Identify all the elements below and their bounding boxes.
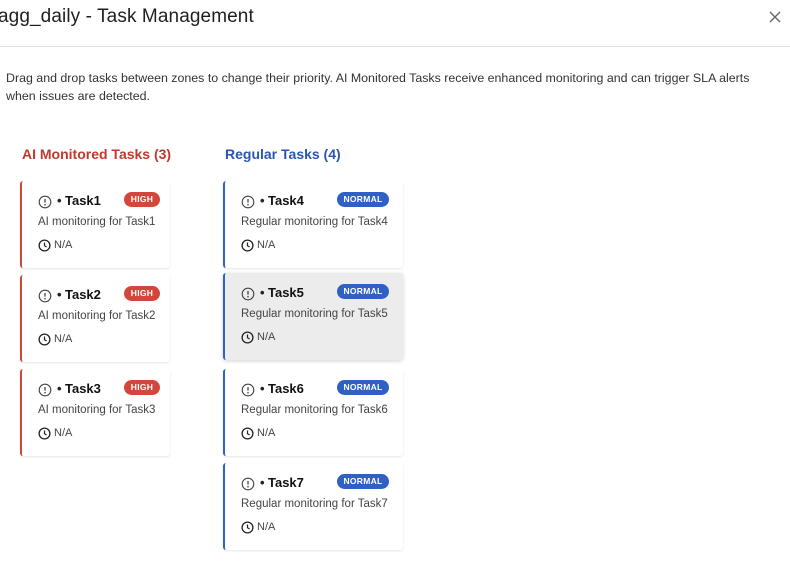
task-card-task7[interactable]: • Task7 NORMAL Regular monitoring for Ta… bbox=[223, 463, 403, 550]
task-description: Regular monitoring for Task5 bbox=[241, 308, 388, 320]
priority-badge: NORMAL bbox=[337, 380, 389, 395]
instructions-text: Drag and drop tasks between zones to cha… bbox=[6, 71, 750, 103]
alert-icon bbox=[38, 289, 52, 303]
task-description: Regular monitoring for Task4 bbox=[241, 216, 388, 228]
priority-badge: HIGH bbox=[124, 286, 160, 301]
dialog-header: agg_daily - Task Management bbox=[0, 0, 790, 47]
clock-icon bbox=[241, 521, 254, 534]
alert-icon bbox=[38, 195, 52, 209]
priority-badge: NORMAL bbox=[337, 192, 389, 207]
task-sla-value: N/A bbox=[257, 521, 276, 533]
regular-zone-title: Regular Tasks (4) bbox=[225, 146, 341, 162]
alert-icon bbox=[38, 383, 52, 397]
task-name: Task1 bbox=[65, 193, 101, 208]
task-card-task5[interactable]: • Task5 NORMAL Regular monitoring for Ta… bbox=[223, 273, 403, 360]
task-sla-value: N/A bbox=[257, 331, 276, 343]
task-bullet: • bbox=[260, 285, 265, 300]
task-card-task4[interactable]: • Task4 NORMAL Regular monitoring for Ta… bbox=[223, 181, 403, 268]
task-sla-value: N/A bbox=[54, 427, 73, 439]
task-bullet: • bbox=[57, 287, 62, 302]
task-description: Regular monitoring for Task7 bbox=[241, 498, 388, 510]
clock-icon bbox=[241, 331, 254, 344]
task-sla-value: N/A bbox=[54, 333, 73, 345]
task-name: Task4 bbox=[268, 193, 304, 208]
clock-icon bbox=[38, 427, 51, 440]
close-icon[interactable] bbox=[767, 9, 783, 25]
clock-icon bbox=[241, 427, 254, 440]
priority-badge: NORMAL bbox=[337, 474, 389, 489]
task-description: AI monitoring for Task2 bbox=[38, 310, 156, 322]
task-description: AI monitoring for Task3 bbox=[38, 404, 156, 416]
task-bullet: • bbox=[260, 193, 265, 208]
task-description: Regular monitoring for Task6 bbox=[241, 404, 388, 416]
task-name: Task6 bbox=[268, 381, 304, 396]
clock-icon bbox=[38, 239, 51, 252]
task-sla-value: N/A bbox=[54, 239, 73, 251]
priority-badge: HIGH bbox=[124, 380, 160, 395]
priority-badge: HIGH bbox=[124, 192, 160, 207]
alert-icon bbox=[241, 383, 255, 397]
task-bullet: • bbox=[57, 381, 62, 396]
task-bullet: • bbox=[57, 193, 62, 208]
task-sla-value: N/A bbox=[257, 427, 276, 439]
task-name: Task2 bbox=[65, 287, 101, 302]
alert-icon bbox=[241, 287, 255, 301]
task-bullet: • bbox=[260, 475, 265, 490]
dialog-title: agg_daily - Task Management bbox=[0, 6, 254, 27]
ai-zone-title: AI Monitored Tasks (3) bbox=[22, 146, 172, 162]
task-card-task1[interactable]: • Task1 HIGH AI monitoring for Task1 N/A bbox=[20, 181, 170, 268]
task-card-task6[interactable]: • Task6 NORMAL Regular monitoring for Ta… bbox=[223, 369, 403, 456]
priority-badge: NORMAL bbox=[337, 284, 389, 299]
task-name: Task3 bbox=[65, 381, 101, 396]
task-bullet: • bbox=[260, 381, 265, 396]
task-sla-value: N/A bbox=[257, 239, 276, 251]
task-description: AI monitoring for Task1 bbox=[38, 216, 156, 228]
task-card-task2[interactable]: • Task2 HIGH AI monitoring for Task2 N/A bbox=[20, 275, 170, 362]
clock-icon bbox=[38, 333, 51, 346]
task-name: Task7 bbox=[268, 475, 304, 490]
clock-icon bbox=[241, 239, 254, 252]
alert-icon bbox=[241, 195, 255, 209]
alert-icon bbox=[241, 477, 255, 491]
task-card-task3[interactable]: • Task3 HIGH AI monitoring for Task3 N/A bbox=[20, 369, 170, 456]
task-name: Task5 bbox=[268, 285, 304, 300]
